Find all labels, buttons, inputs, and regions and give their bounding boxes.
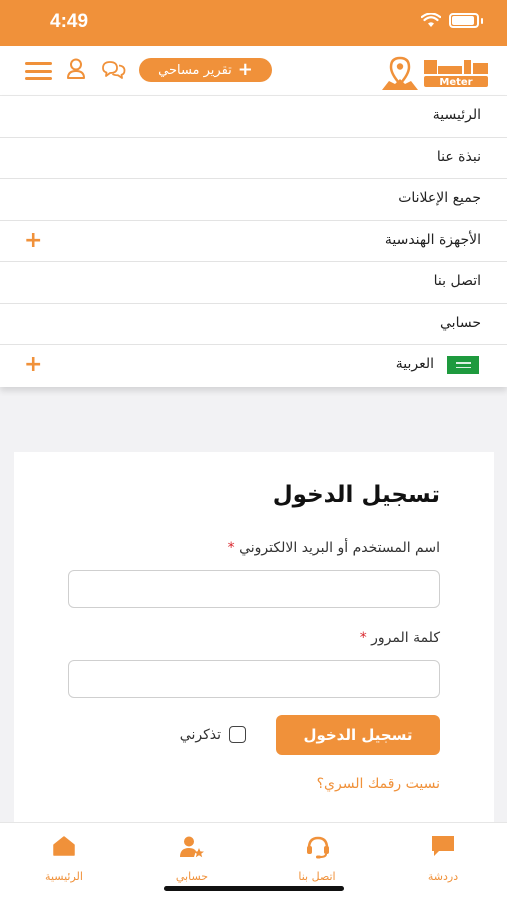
chat-icon[interactable] (100, 59, 127, 80)
username-label: اسم المستخدم أو البريد الالكتروني * (228, 540, 440, 556)
login-title: تسجيل الدخول (272, 482, 440, 508)
password-label-text: كلمة المرور (371, 630, 440, 646)
menu-item-label: الرئيسية (432, 107, 481, 123)
menu-icon[interactable] (25, 62, 52, 80)
menu-item-label: نبذة عنا (436, 148, 481, 165)
home-indicator (164, 886, 344, 891)
password-label: كلمة المرور * (360, 630, 440, 646)
menu-item-label: اتصل بنا (433, 273, 481, 289)
meter-logo[interactable]: Meter (380, 52, 492, 92)
menu-item-label: الأجهزة الهندسية (384, 231, 481, 248)
expand-plus-icon[interactable]: + (24, 228, 42, 253)
menu-item-contact[interactable]: اتصل بنا (0, 262, 507, 304)
remember-me-checkbox[interactable] (229, 726, 246, 743)
headset-icon (307, 836, 329, 859)
status-time: 4:49 (50, 11, 89, 32)
menu-item-my-account[interactable]: حسابي (0, 304, 507, 345)
status-icons (421, 13, 483, 28)
tab-chat[interactable]: دردشة (388, 823, 498, 900)
battery-icon (449, 13, 479, 28)
expand-plus-icon[interactable]: + (24, 352, 42, 377)
menu-item-home[interactable]: الرئيسية (0, 96, 507, 138)
app-header: + تقرير مساحي Meter (0, 46, 507, 96)
chat-bubble-icon (432, 836, 454, 856)
tab-account-label: حسابي (175, 870, 209, 883)
home-icon (53, 836, 75, 856)
menu-item-engineering-devices[interactable]: الأجهزة الهندسية + (0, 221, 507, 262)
menu-item-about[interactable]: نبذة عنا (0, 138, 507, 179)
plus-icon: + (237, 59, 253, 80)
saudi-flag-icon (446, 355, 480, 375)
user-icon[interactable] (66, 58, 86, 80)
remember-me[interactable]: تذكرني (180, 726, 246, 743)
survey-report-label: تقرير مساحي (158, 62, 232, 78)
password-input[interactable] (68, 660, 440, 698)
login-card: تسجيل الدخول اسم المستخدم أو البريد الال… (14, 452, 494, 827)
menu-item-label: حسابي (440, 314, 481, 331)
username-input[interactable] (68, 570, 440, 608)
required-mark: * (359, 630, 367, 646)
status-bar: 4:49 (0, 0, 507, 46)
menu-item-label: جميع الإعلانات (398, 190, 481, 206)
required-mark: * (227, 540, 235, 556)
tab-chat-label: دردشة (427, 870, 459, 883)
survey-report-button[interactable]: + تقرير مساحي (139, 58, 272, 82)
tab-home[interactable]: الرئيسية (9, 823, 119, 900)
wifi-icon (421, 13, 441, 27)
tab-contact-label: اتصل بنا (298, 870, 336, 883)
username-label-text: اسم المستخدم أو البريد الالكتروني (239, 540, 440, 556)
battery-tip (481, 17, 483, 24)
account-icon (180, 836, 204, 858)
nav-menu: الرئيسية نبذة عنا جميع الإعلانات الأجهزة… (0, 96, 507, 387)
login-button[interactable]: تسجيل الدخول (276, 715, 440, 755)
menu-item-label: العربية (395, 356, 434, 372)
logo-text: Meter (439, 77, 472, 88)
menu-item-all-ads[interactable]: جميع الإعلانات (0, 179, 507, 221)
remember-me-label: تذكرني (179, 726, 221, 743)
menu-item-language[interactable]: العربية + (0, 345, 507, 387)
forgot-password-link[interactable]: نسيت رقمك السري؟ (317, 776, 440, 792)
tab-home-label: الرئيسية (45, 870, 83, 883)
